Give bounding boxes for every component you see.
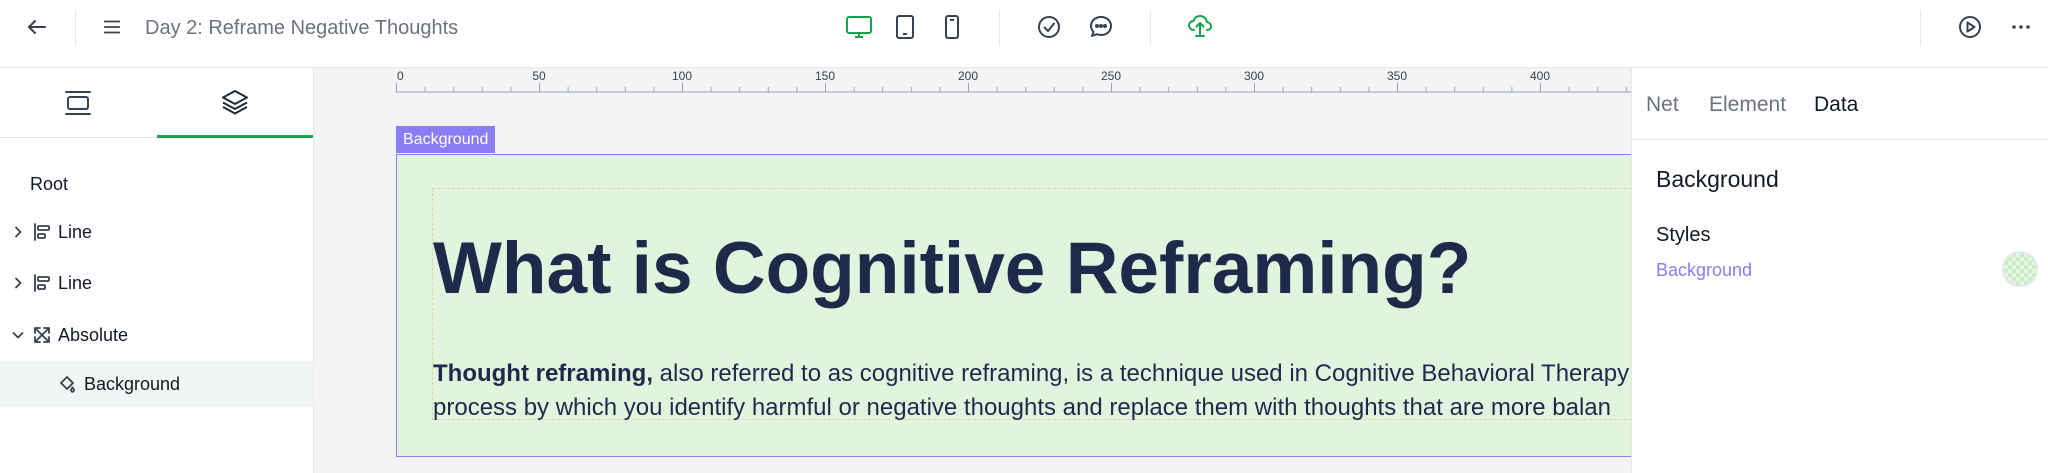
more-icon xyxy=(2012,25,2030,29)
background-style-link[interactable]: Background xyxy=(1656,259,1752,281)
tree-item-label: Line xyxy=(58,273,93,293)
menu-button[interactable] xyxy=(94,9,130,45)
right-panel-tabs: Net Element Data xyxy=(1632,68,2048,140)
ruler-tick-label: 100 xyxy=(672,69,692,83)
paragraph-bold-text: Thought reframing, xyxy=(433,360,653,387)
tree-item-label: Background xyxy=(84,374,181,394)
chevron-right-icon[interactable] xyxy=(10,275,26,291)
back-button[interactable] xyxy=(19,9,55,45)
design-canvas[interactable]: 0501001502002503003504004505005506006507… xyxy=(314,68,1631,473)
fill-icon xyxy=(60,376,75,393)
paragraph-text: process by which you identify harmful or… xyxy=(433,394,1612,421)
body-paragraph[interactable]: Thought reframing, also referred to as c… xyxy=(433,357,1631,425)
tree-item-label: Line xyxy=(58,222,93,242)
tab-layers[interactable] xyxy=(157,68,313,138)
layers-icon xyxy=(222,89,248,114)
tree-item-absolute[interactable]: Absolute xyxy=(0,312,313,358)
mobile-icon xyxy=(945,15,959,39)
horizontal-ruler: 0501001502002503003504004505005506006507… xyxy=(396,69,1631,93)
tab-element[interactable]: Element xyxy=(1709,92,1786,118)
tree-root-label: Root xyxy=(30,174,69,194)
background-color-swatch[interactable] xyxy=(2002,251,2038,287)
selection-label: Background xyxy=(396,126,496,153)
toolbar-divider xyxy=(1920,10,1921,46)
back-arrow-icon xyxy=(28,20,46,34)
tree-item-line[interactable]: Line xyxy=(0,209,313,255)
line-layout-icon xyxy=(34,274,50,292)
tablet-view-button[interactable] xyxy=(887,9,923,45)
absolute-layout-icon xyxy=(34,327,50,343)
chevron-right-icon[interactable] xyxy=(10,224,26,240)
ruler-tick-label: 150 xyxy=(815,69,835,83)
ruler-tick-label: 50 xyxy=(532,69,546,83)
document-title: Day 2: Reframe Negative Thoughts xyxy=(145,17,459,39)
page-heading[interactable]: What is Cognitive Reframing? xyxy=(433,227,1471,311)
ruler-tick-label: 300 xyxy=(1244,69,1264,83)
right-panel: Net Element Data Background Styles Backg… xyxy=(1631,68,2048,473)
toolbar-divider xyxy=(75,10,76,46)
tab-net[interactable]: Net xyxy=(1646,92,1679,118)
publish-button[interactable] xyxy=(1182,8,1218,44)
background-frame[interactable]: What is Cognitive Reframing? Thought ref… xyxy=(396,154,1631,457)
toolbar-divider xyxy=(1150,10,1151,46)
ruler-tick-label: 200 xyxy=(958,69,978,83)
desktop-icon xyxy=(846,16,872,38)
chevron-down-icon[interactable] xyxy=(10,327,26,343)
menu-icon xyxy=(103,20,121,34)
paragraph-text: also referred to as cognitive reframing,… xyxy=(652,360,1630,387)
preview-button[interactable] xyxy=(1952,9,1988,45)
ruler-tick-label: 250 xyxy=(1101,69,1121,83)
top-toolbar: Day 2: Reframe Negative Thoughts xyxy=(0,0,2048,68)
styles-label: Styles xyxy=(1656,224,1711,246)
check-circle-icon xyxy=(1038,16,1060,38)
ruler-tick-label: 0 xyxy=(397,69,404,83)
content-container[interactable]: What is Cognitive Reframing? Thought ref… xyxy=(432,188,1631,421)
sections-icon xyxy=(65,91,91,115)
left-panel-tabs xyxy=(0,68,313,138)
desktop-view-button[interactable] xyxy=(841,9,877,45)
comment-icon xyxy=(1090,16,1112,37)
play-icon xyxy=(1959,16,1981,38)
panel-heading: Background xyxy=(1656,166,1779,192)
ruler-tick-label: 350 xyxy=(1387,69,1407,83)
tab-data[interactable]: Data xyxy=(1814,92,1858,118)
left-panel: Root Line Line Absolute Background xyxy=(0,68,314,473)
mobile-view-button[interactable] xyxy=(934,9,970,45)
toolbar-divider xyxy=(999,10,1000,46)
line-layout-icon xyxy=(34,223,50,241)
tablet-icon xyxy=(896,15,914,39)
ruler-tick-label: 400 xyxy=(1530,69,1550,83)
check-button[interactable] xyxy=(1031,9,1067,45)
publish-icon xyxy=(1188,15,1212,37)
tree-item-background[interactable]: Background xyxy=(0,361,313,407)
tab-sections[interactable] xyxy=(0,68,156,138)
tree-item-label: Absolute xyxy=(58,325,129,345)
tree-item-line[interactable]: Line xyxy=(0,260,313,306)
more-button[interactable] xyxy=(2003,9,2039,45)
comments-button[interactable] xyxy=(1083,9,1119,45)
